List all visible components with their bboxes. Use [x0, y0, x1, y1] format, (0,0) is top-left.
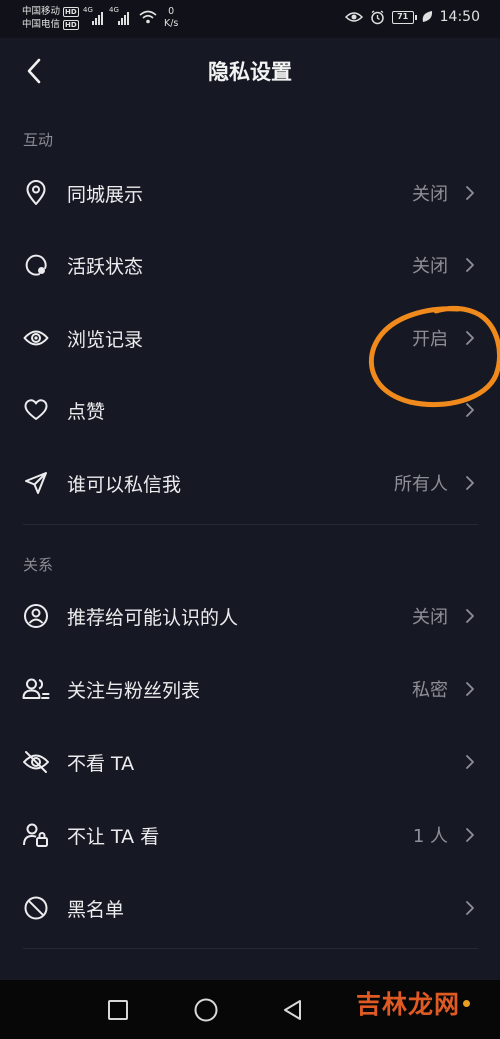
watermark-dot: [463, 999, 471, 1007]
carrier-2: 中国电信: [22, 19, 61, 30]
setting-value: 关闭: [412, 607, 448, 628]
leaf-icon: [422, 11, 432, 22]
recent-apps-button[interactable]: [102, 994, 134, 1026]
section-divider: [23, 948, 478, 949]
chevron-right-icon: [466, 186, 474, 200]
setting-value: 关闭: [412, 184, 448, 205]
chevron-right-icon: [466, 258, 474, 272]
setting-value: 所有人: [394, 474, 448, 495]
users-list-icon: [22, 675, 50, 703]
setting-row-follow-fans-list[interactable]: 关注与粉丝列表 私密: [0, 653, 500, 725]
battery-icon: 71: [391, 10, 417, 24]
status-time: 14:50: [439, 9, 480, 25]
setting-row-who-can-message[interactable]: 谁可以私信我 所有人: [0, 447, 500, 519]
setting-label: 活跃状态: [67, 255, 144, 278]
location-pin-icon: [22, 179, 50, 207]
chevron-right-icon: [466, 755, 474, 769]
setting-label: 黑名单: [67, 898, 125, 921]
chevron-right-icon: [466, 609, 474, 623]
signal-icon: 4G: [109, 6, 129, 25]
setting-row-blacklist[interactable]: 黑名单: [0, 872, 500, 944]
section-label-relationships: 关系: [23, 556, 54, 574]
watermark-text: 吉林龙网: [356, 990, 461, 1019]
setting-label: 不看 TA: [67, 752, 135, 775]
wifi-icon: [139, 10, 157, 24]
eye-off-icon: [22, 748, 50, 776]
section-divider: [23, 524, 478, 525]
setting-row-activity-status[interactable]: 活跃状态 关闭: [0, 229, 500, 301]
eye-icon: [22, 324, 50, 352]
status-bar: 中国移动 HD 中国电信 HD 4G 4G 0 K/s 71 14:50: [0, 0, 500, 38]
section-label-interaction: 互动: [23, 131, 54, 149]
hd-badge: HD: [63, 6, 79, 17]
triangle-back-icon: [284, 1000, 301, 1020]
setting-value: 关闭: [412, 256, 448, 277]
setting-label: 关注与粉丝列表: [67, 679, 201, 702]
annotation-circle: [368, 305, 500, 408]
setting-row-nearby-display[interactable]: 同城展示 关闭: [0, 157, 500, 229]
hd-badge: HD: [63, 19, 79, 30]
page-header: 隐私设置: [0, 38, 500, 104]
setting-label: 推荐给可能认识的人: [67, 606, 239, 629]
network-speed: 0 K/s: [164, 6, 179, 29]
setting-label: 浏览记录: [67, 328, 144, 351]
chevron-right-icon: [466, 476, 474, 490]
signal-icon: 4G: [83, 6, 103, 25]
page-title: 隐私设置: [208, 60, 292, 84]
setting-value: 1 人: [412, 826, 448, 847]
activity-status-icon: [22, 251, 50, 279]
square-icon: [108, 1000, 128, 1020]
setting-row-recommend-to-contacts[interactable]: 推荐给可能认识的人 关闭: [0, 580, 500, 652]
setting-label: 点赞: [67, 400, 106, 423]
carrier-1: 中国移动: [22, 6, 61, 17]
user-lock-icon: [22, 821, 50, 849]
setting-row-hide-from-them[interactable]: 不让 TA 看 1 人: [0, 799, 500, 871]
send-message-icon: [22, 469, 50, 497]
chevron-right-icon: [466, 901, 474, 915]
setting-value: 私密: [412, 680, 448, 701]
user-circle-icon: [22, 602, 50, 630]
setting-label: 同城展示: [67, 183, 144, 206]
circle-icon: [194, 998, 218, 1022]
setting-label: 不让 TA 看: [67, 825, 160, 848]
home-button[interactable]: [190, 994, 222, 1026]
chevron-right-icon: [466, 828, 474, 842]
chevron-right-icon: [466, 682, 474, 696]
setting-row-hide-their-content[interactable]: 不看 TA: [0, 726, 500, 798]
setting-label: 谁可以私信我: [67, 473, 182, 496]
block-icon: [22, 894, 50, 922]
alarm-icon: [370, 9, 384, 24]
back-nav-button[interactable]: [276, 994, 308, 1026]
carrier-info: 中国移动 HD 中国电信 HD: [22, 5, 79, 31]
watermark-logo: 吉林龙网: [356, 985, 471, 1021]
eye-comfort-icon: [344, 12, 363, 22]
heart-icon: [22, 396, 50, 424]
